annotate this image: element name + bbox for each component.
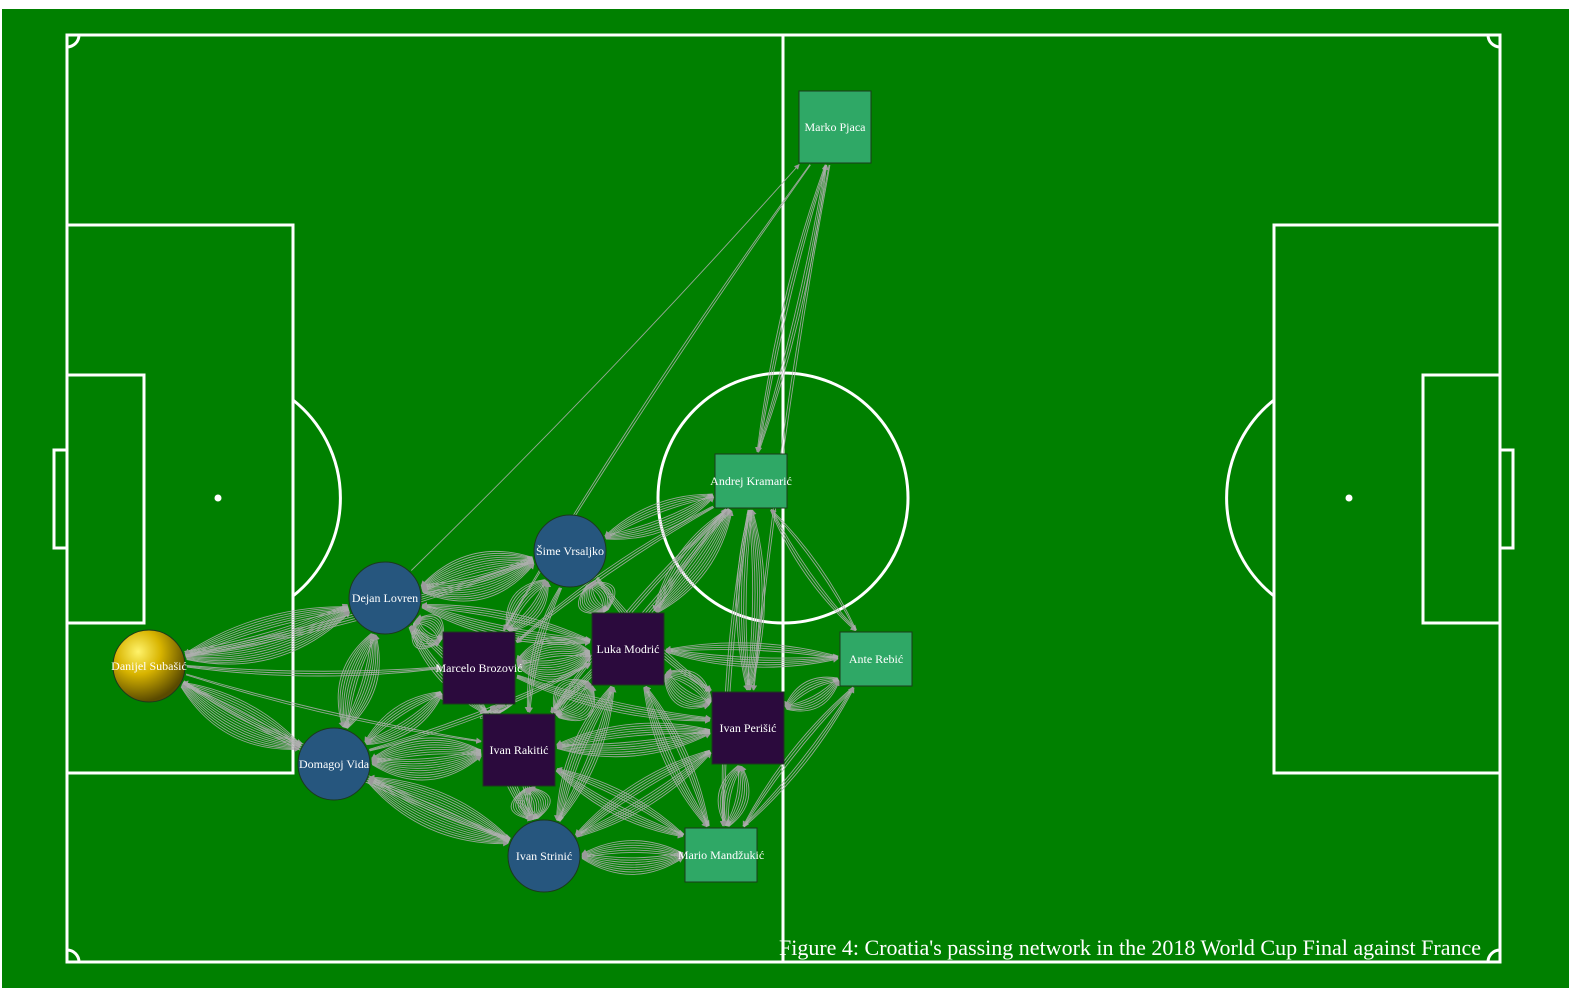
player-node-pjaca: Marko Pjaca — [798, 90, 872, 164]
player-node-vrsaljko: Šime Vrsaljko — [533, 514, 607, 588]
player-label-mandzukic: Mario Mandžukić — [678, 848, 764, 862]
player-node-modric: Luka Modrić — [591, 612, 665, 686]
player-node-mandzukic: Mario Mandžukić — [678, 827, 764, 883]
player-node-vida: Domagoj Vida — [297, 727, 371, 801]
player-label-vrsaljko: Šime Vrsaljko — [536, 544, 604, 558]
left-penalty-spot — [214, 494, 222, 502]
player-node-strinic: Ivan Strinić — [507, 819, 581, 893]
player-node-rebic: Ante Rebić — [839, 631, 913, 687]
player-label-rebic: Ante Rebić — [849, 652, 903, 666]
player-label-strinic: Ivan Strinić — [516, 849, 572, 863]
player-node-kramaric: Andrej Kramarić — [710, 453, 792, 509]
player-node-perisic: Ivan Perišić — [711, 691, 785, 765]
figure-caption: Figure 4: Croatia's passing network in t… — [779, 935, 1481, 960]
player-label-modric: Luka Modrić — [597, 642, 660, 656]
right-penalty-spot — [1345, 494, 1353, 502]
player-label-brozovic: Marcelo Brozović — [436, 661, 523, 675]
player-label-lovren: Dejan Lovren — [352, 591, 418, 605]
player-label-pjaca: Marko Pjaca — [805, 120, 867, 134]
player-label-rakitic: Ivan Rakitić — [490, 743, 549, 757]
passing-network-diagram: Danijel Subašić Dejan Lovren Šime Vrsaljko… — [2, 9, 1569, 988]
player-node-brozovic: Marcelo Brozović — [436, 631, 523, 705]
player-label-perisic: Ivan Perišić — [720, 721, 777, 735]
player-node-lovren: Dejan Lovren — [348, 561, 422, 635]
player-label-kramaric: Andrej Kramarić — [710, 474, 792, 488]
player-node-rakitic: Ivan Rakitić — [482, 713, 556, 787]
player-label-vida: Domagoj Vida — [299, 757, 370, 771]
player-label-subasic: Danijel Subašić — [111, 659, 187, 673]
